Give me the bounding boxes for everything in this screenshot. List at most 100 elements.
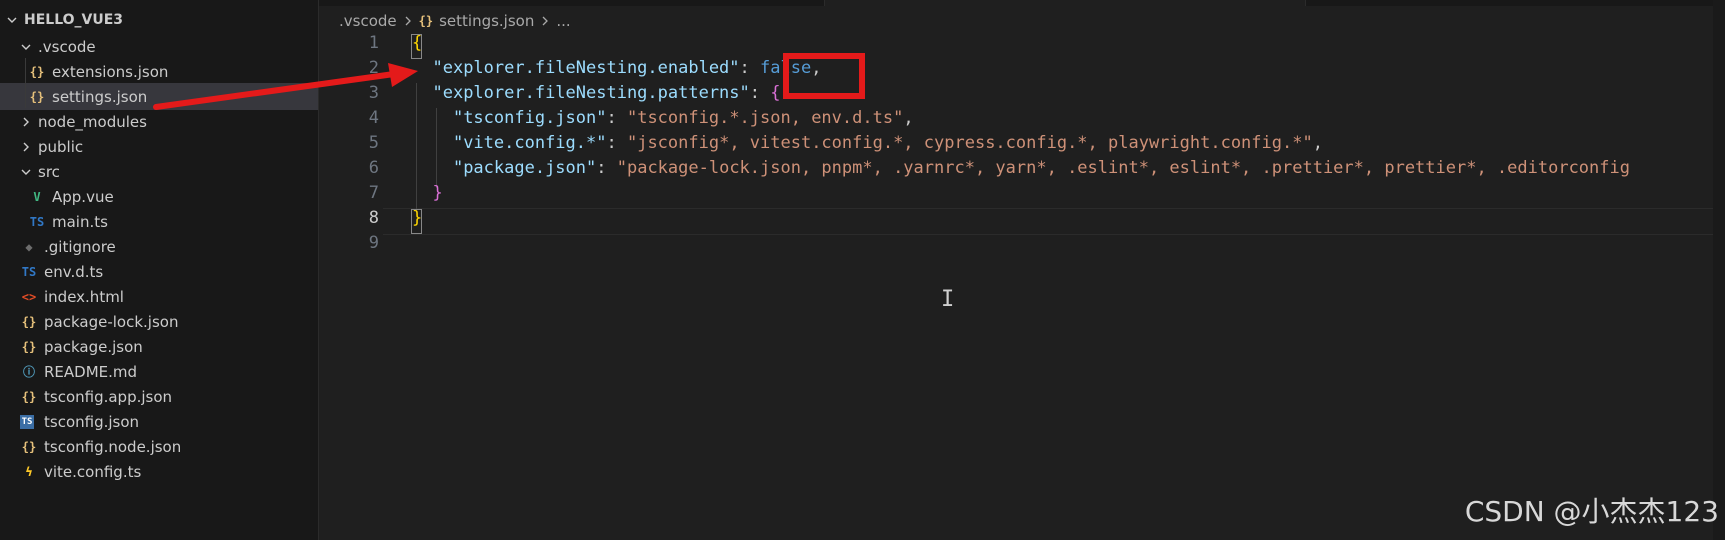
line-number: 6 [368, 158, 379, 178]
text-cursor-icon: I [941, 287, 955, 312]
code-token: : [606, 133, 627, 153]
editor-pane[interactable]: .vscode {} settings.json ... 1{2 "explor… [319, 0, 1725, 540]
tree-item-label: extensions.json [52, 62, 169, 81]
tree-folder[interactable]: src [0, 158, 318, 185]
html-icon: <> [21, 289, 37, 304]
code-token: "explorer.fileNesting.patterns" [432, 83, 750, 103]
tree-file[interactable]: {} settings.json [0, 83, 318, 110]
active-tab-edge [824, 0, 1306, 6]
tree-file[interactable]: TS main.ts [0, 208, 318, 235]
breadcrumb-more[interactable]: ... [556, 12, 570, 30]
code-token: "package.json" [452, 158, 597, 178]
code-token: : [739, 58, 761, 78]
line-number: 1 [368, 33, 379, 53]
code-text: "tsconfig.json": "tsconfig.*.json, env.d… [412, 105, 914, 132]
code-token: "explorer.fileNesting.enabled" [432, 58, 740, 78]
tree-item-label: tsconfig.json [44, 412, 140, 431]
json-icon: {} [29, 64, 45, 79]
breadcrumb-folder[interactable]: .vscode [339, 12, 397, 30]
tree-file[interactable]: ◆ .gitignore [0, 233, 318, 260]
tree-file[interactable]: {} package-lock.json [0, 308, 318, 335]
line-number: 7 [368, 183, 379, 203]
breadcrumb: .vscode {} settings.json ... [339, 10, 571, 32]
code-token: } [432, 183, 443, 203]
code-text: "explorer.fileNesting.patterns": { [412, 80, 781, 107]
watermark: CSDN @小杰杰123 [1464, 495, 1719, 528]
tree-item-label: src [38, 162, 60, 181]
code-text: "vite.config.*": "jsconfig*, vitest.conf… [412, 130, 1323, 157]
explorer-sidebar: HELLO_VUE3 .vscode {} extensions.json {} set… [0, 0, 319, 540]
tree-item-label: env.d.ts [44, 262, 104, 281]
vite-icon: ϟ [25, 464, 33, 479]
tree-file[interactable]: TS tsconfig.json [0, 408, 318, 435]
json-icon: {} [418, 14, 434, 28]
code-text: } [412, 180, 443, 207]
tree-file[interactable]: TS env.d.ts [0, 258, 318, 285]
code-line[interactable]: 1{ [319, 30, 1725, 57]
code-token: : [749, 83, 771, 103]
line-number: 5 [368, 133, 379, 153]
tree-item-label: package.json [44, 337, 143, 356]
tree-item-label: vite.config.ts [44, 462, 142, 481]
code-line[interactable]: 9 [319, 230, 1725, 257]
tree-file[interactable]: {} extensions.json [0, 58, 318, 85]
code-text: "explorer.fileNesting.enabled": false, [412, 55, 821, 82]
tree-folder[interactable]: .vscode [0, 33, 318, 60]
tree-item-label: public [38, 137, 84, 156]
tree-file[interactable]: {} tsconfig.node.json [0, 433, 318, 460]
tree-file[interactable]: <> index.html [0, 283, 318, 310]
code-token: { [770, 83, 781, 103]
code-token: : [596, 158, 617, 178]
tree-folder[interactable]: node_modules [0, 108, 318, 135]
code-token: } [412, 208, 423, 228]
line-number: 3 [368, 83, 379, 103]
tree-item-label: tsconfig.app.json [44, 387, 173, 406]
json-icon: {} [29, 89, 45, 104]
json-icon: {} [21, 439, 37, 454]
code-line[interactable]: 2 "explorer.fileNesting.enabled": false, [319, 55, 1725, 82]
breadcrumb-file[interactable]: settings.json [439, 12, 534, 30]
line-number: 4 [368, 108, 379, 128]
vue-icon: V [33, 189, 41, 204]
code-token: "jsconfig*, vitest.config.*, cypress.con… [626, 133, 1313, 153]
tree-file[interactable]: {} tsconfig.app.json [0, 383, 318, 410]
chevron-down-icon [6, 14, 18, 26]
tree-file[interactable]: {} package.json [0, 333, 318, 360]
tree-file[interactable]: ⓘ README.md [0, 358, 318, 385]
tree-file[interactable]: V App.vue [0, 183, 318, 210]
code-line[interactable]: 7 } [319, 180, 1725, 207]
tab-strip [319, 0, 1725, 6]
annotation-highlight-box [783, 53, 865, 99]
code-text: } [412, 205, 422, 232]
code-token: { [412, 33, 423, 53]
code-token: "tsconfig.*.json, env.d.ts" [626, 108, 904, 128]
tree-file[interactable]: ϟ vite.config.ts [0, 458, 318, 485]
code-token: , [1312, 133, 1323, 153]
code-line[interactable]: 6 "package.json": "package-lock.json, pn… [319, 155, 1725, 182]
code-token: , [903, 108, 914, 128]
tree-folder[interactable]: public [0, 133, 318, 160]
tree-item-label: main.ts [52, 212, 108, 231]
ts-icon: TS [21, 264, 37, 279]
info-icon: ⓘ [22, 365, 35, 379]
tree-item-label: App.vue [52, 187, 114, 206]
scrollbar[interactable] [1713, 0, 1725, 540]
code-line[interactable]: 5 "vite.config.*": "jsconfig*, vitest.co… [319, 130, 1725, 157]
code-line[interactable]: 4 "tsconfig.json": "tsconfig.*.json, env… [319, 105, 1725, 132]
explorer-root-folder[interactable]: HELLO_VUE3 [0, 6, 318, 33]
json-icon: {} [21, 389, 37, 404]
chevron-right-icon [540, 15, 550, 27]
code-line[interactable]: 3 "explorer.fileNesting.patterns": { [319, 80, 1725, 107]
code-text: "package.json": "package-lock.json, pnpm… [412, 155, 1630, 182]
code-line[interactable]: 8} [319, 205, 1725, 232]
code-token: "package-lock.json, pnpm*, .yarnrc*, yar… [616, 158, 1630, 178]
tsconfig-icon: TS [20, 414, 34, 429]
line-number: 2 [368, 58, 379, 78]
line-number: 9 [368, 233, 379, 253]
code-token: "vite.config.*" [452, 133, 607, 153]
